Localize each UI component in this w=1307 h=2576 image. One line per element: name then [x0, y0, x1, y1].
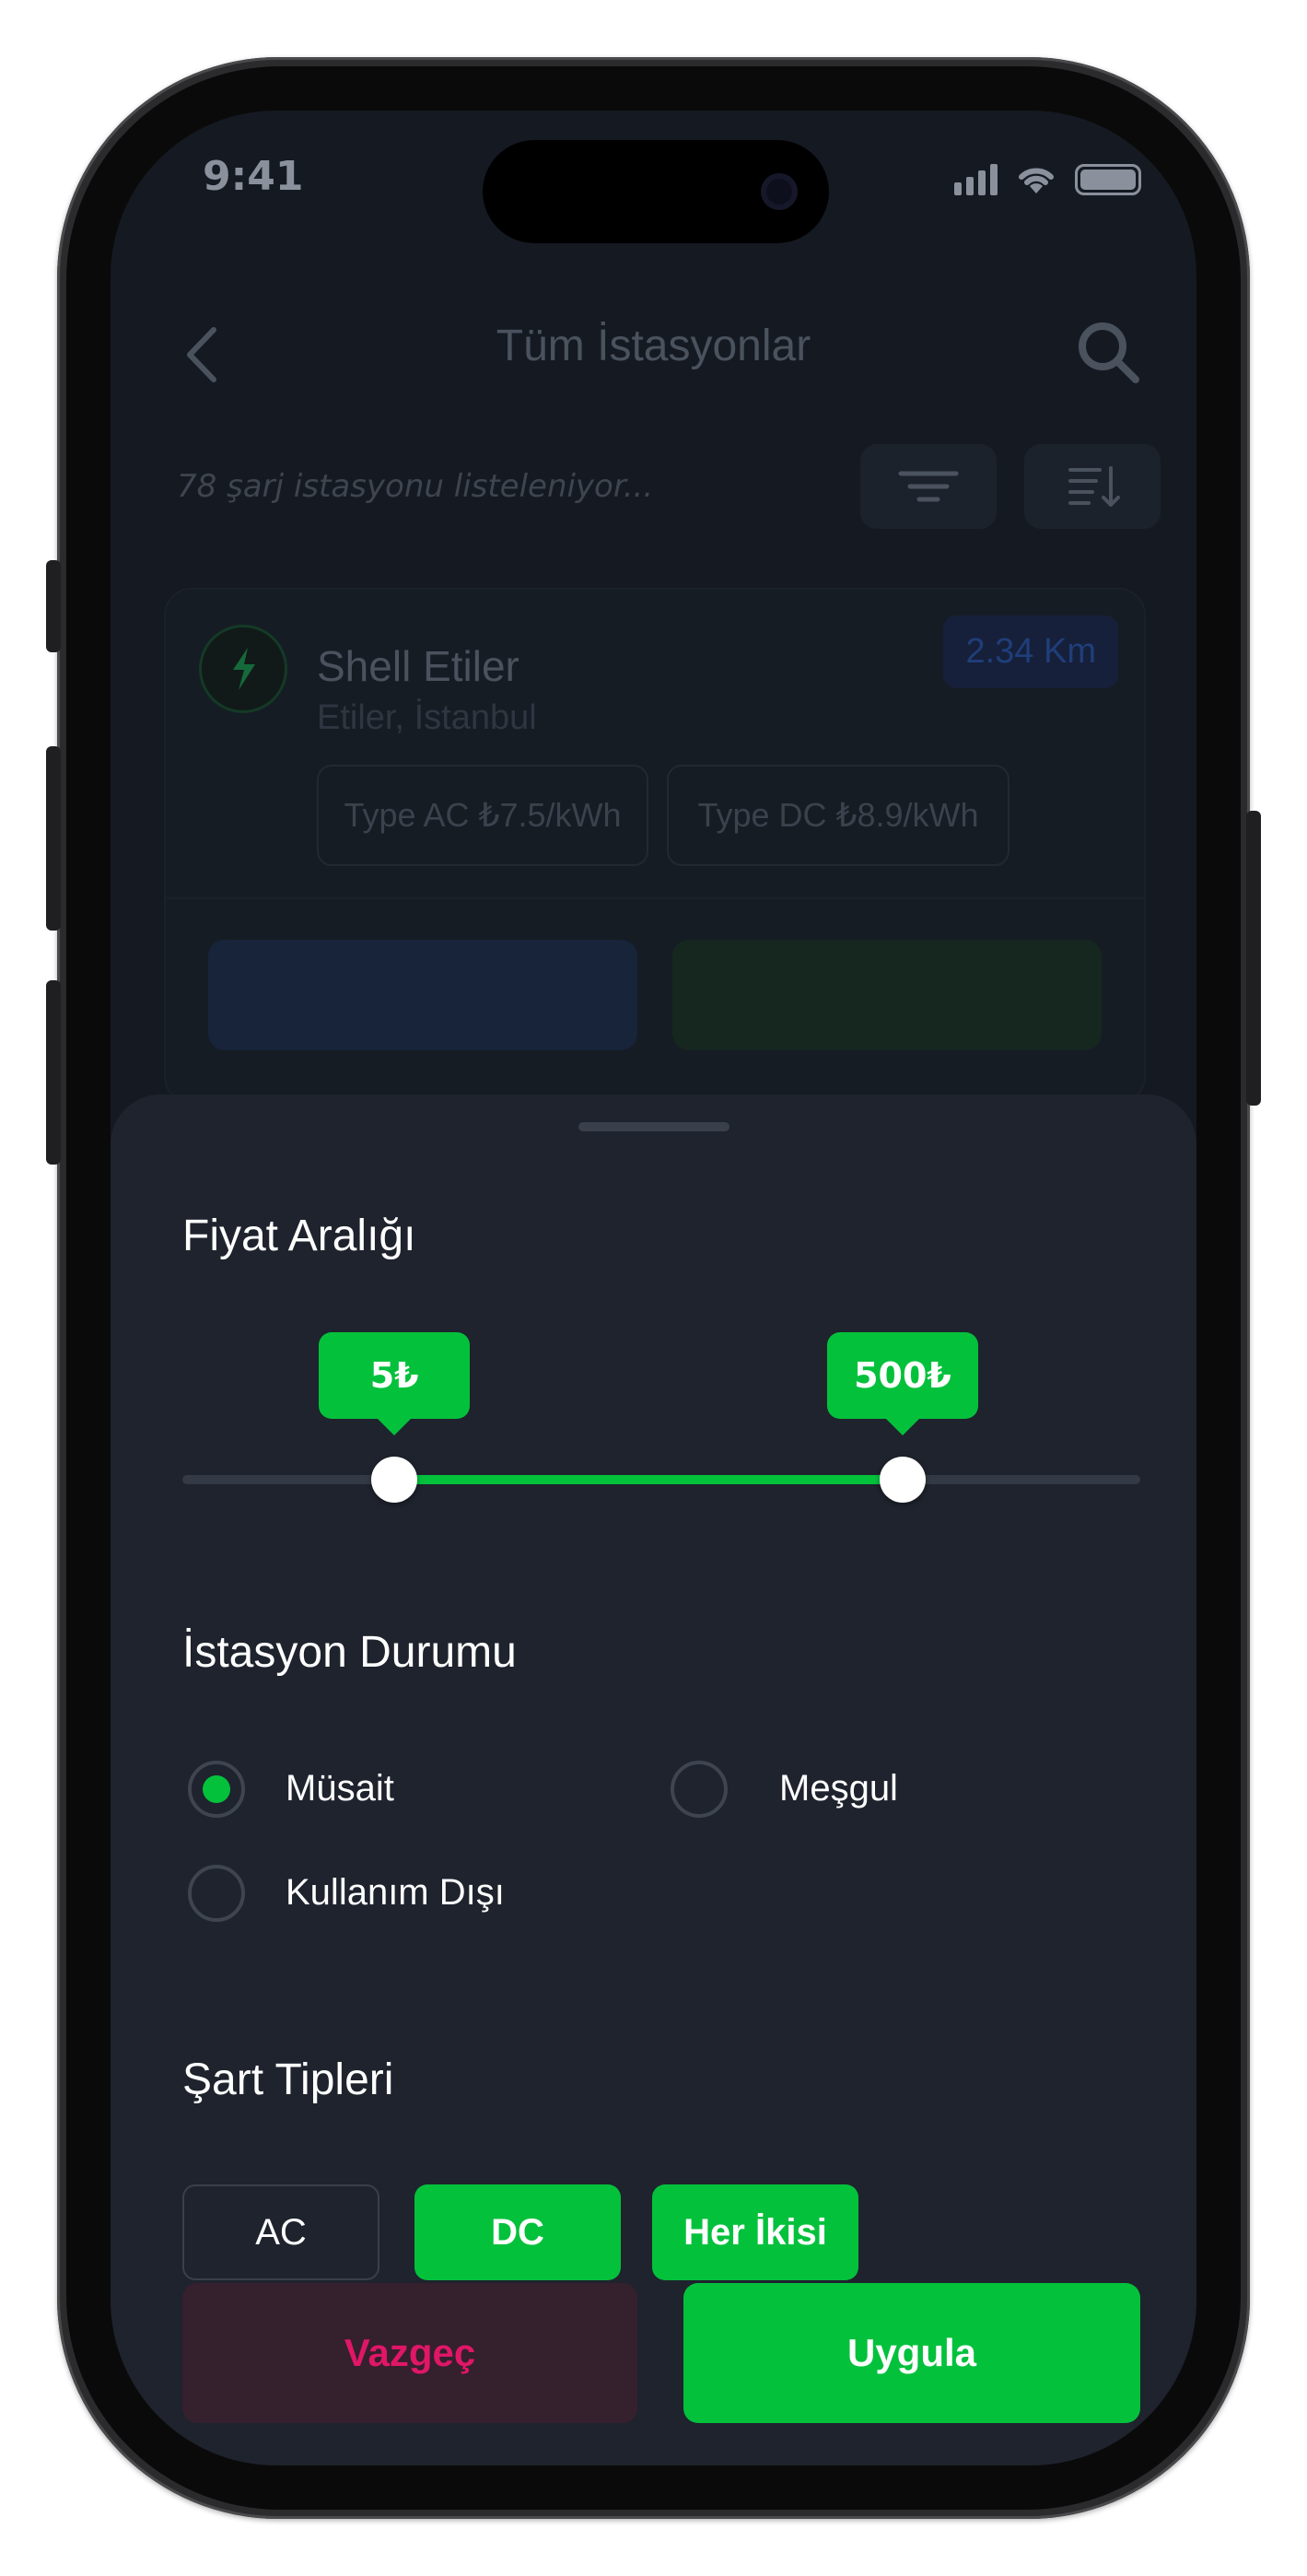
station-card[interactable]: Shell Etiler Etiler, İstanbul 2.34 Km Ty…	[164, 588, 1146, 1104]
label-busy: Meşgul	[779, 1768, 898, 1809]
distance-badge: 2.34 Km	[943, 615, 1118, 688]
station-logo-icon	[199, 625, 287, 713]
radio-selected-dot	[203, 1775, 230, 1803]
power-button	[1246, 811, 1261, 1106]
station-location: Etiler, İstanbul	[317, 698, 537, 737]
price-tag-ac: Type AC ₺7.5/kWh	[317, 765, 648, 866]
chip-both[interactable]: Her İkisi	[652, 2184, 858, 2280]
card-divider	[166, 897, 1144, 899]
sort-button[interactable]	[1024, 444, 1161, 529]
radio-busy[interactable]	[671, 1761, 728, 1818]
charge-types-title: Şart Tipleri	[182, 2055, 394, 2104]
price-range-title: Fiyat Aralığı	[182, 1212, 416, 1260]
signal-icon	[954, 164, 998, 195]
price-slider-fill	[394, 1475, 903, 1484]
sort-icon	[1068, 466, 1120, 507]
min-price-handle[interactable]	[371, 1457, 418, 1503]
filter-icon	[898, 471, 959, 502]
card-action-right[interactable]	[672, 940, 1102, 1050]
price-tag-dc: Type DC ₺8.9/kWh	[667, 765, 1009, 866]
radio-available[interactable]	[188, 1761, 245, 1818]
min-price-tooltip: 5₺	[319, 1332, 471, 1435]
sheet-handle[interactable]	[578, 1122, 729, 1131]
screen: 9:41 Tüm İstasyonlar 78 şarj istasyonu l…	[111, 111, 1196, 2465]
station-status-title: İstasyon Durumu	[182, 1628, 517, 1677]
volume-down-button	[46, 980, 61, 1165]
status-time: 9:41	[203, 153, 304, 200]
station-count: 78 şarj istasyonu listeleniyor...	[177, 468, 654, 505]
search-icon[interactable]	[1071, 315, 1145, 389]
filter-sheet: Fiyat Aralığı 5₺ 500₺ İstasyon Durumu Mü…	[111, 1095, 1196, 2465]
chip-ac[interactable]: AC	[182, 2184, 379, 2280]
status-icons	[954, 162, 1141, 195]
station-name: Shell Etiler	[317, 642, 519, 690]
page-title: Tüm İstasyonlar	[496, 322, 811, 370]
card-action-left[interactable]	[208, 940, 637, 1050]
action-button	[46, 560, 61, 652]
radio-out-of-service[interactable]	[188, 1865, 245, 1922]
battery-icon	[1075, 164, 1141, 195]
max-price-handle[interactable]	[880, 1457, 926, 1503]
label-out-of-service: Kullanım Dışı	[286, 1872, 505, 1913]
wifi-icon	[1019, 168, 1054, 193]
apply-button[interactable]: Uygula	[683, 2283, 1140, 2423]
chip-dc[interactable]: DC	[414, 2184, 621, 2280]
volume-up-button	[46, 746, 61, 931]
camera-icon	[761, 173, 798, 210]
cancel-button[interactable]: Vazgeç	[182, 2283, 637, 2423]
filter-button[interactable]	[860, 444, 997, 529]
max-price-tooltip: 500₺	[827, 1332, 978, 1435]
label-available: Müsait	[286, 1768, 394, 1809]
dynamic-island	[483, 140, 829, 243]
